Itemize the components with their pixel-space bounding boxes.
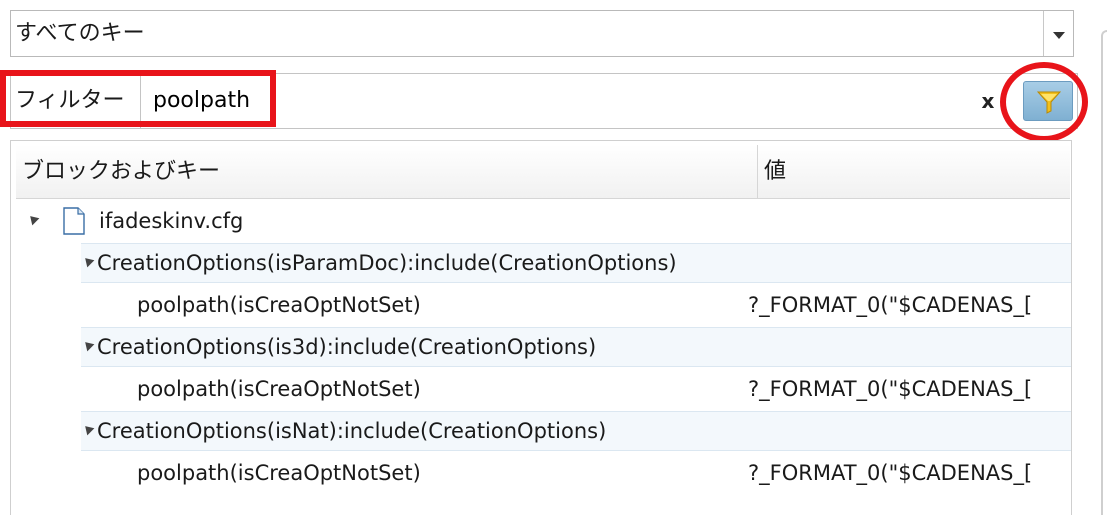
key-value: ?_FORMAT_0("$CADENAS_[	[748, 377, 1033, 401]
tree-group-row[interactable]: CreationOptions(is3d):include(CreationOp…	[11, 327, 1071, 367]
tree-file-row[interactable]: ifadeskinv.cfg	[11, 201, 1071, 241]
dropdown-button[interactable]	[1043, 11, 1073, 56]
column-header-keys[interactable]: ブロックおよびキー	[16, 145, 758, 198]
table-header: ブロックおよびキー 値	[16, 145, 1070, 199]
tree-group-row[interactable]: CreationOptions(isParamDoc):include(Crea…	[11, 243, 1071, 283]
file-icon	[63, 207, 85, 235]
filter-label: フィルター	[13, 74, 141, 128]
key-name: poolpath(isCreaOptNotSet)	[137, 461, 421, 485]
key-select-value: すべてのキー	[15, 21, 145, 46]
file-name: ifadeskinv.cfg	[99, 209, 244, 233]
key-value: ?_FORMAT_0("$CADENAS_[	[748, 461, 1033, 485]
expand-triangle-icon[interactable]	[26, 212, 40, 226]
apply-filter-button[interactable]	[1023, 81, 1073, 121]
group-label: CreationOptions(isNat):include(CreationO…	[97, 419, 607, 443]
group-label: CreationOptions(isParamDoc):include(Crea…	[97, 251, 677, 275]
key-name: poolpath(isCreaOptNotSet)	[137, 293, 421, 317]
table-row[interactable]: poolpath(isCreaOptNotSet) ?_FORMAT_0("$C…	[11, 285, 1071, 325]
table-row[interactable]: poolpath(isCreaOptNotSet) ?_FORMAT_0("$C…	[11, 453, 1071, 493]
key-value: ?_FORMAT_0("$CADENAS_[	[748, 293, 1033, 317]
table-row[interactable]: poolpath(isCreaOptNotSet) ?_FORMAT_0("$C…	[11, 369, 1071, 409]
group-label: CreationOptions(is3d):include(CreationOp…	[97, 335, 597, 359]
chevron-down-icon	[1053, 32, 1065, 39]
key-select-dropdown[interactable]: すべてのキー	[10, 10, 1074, 57]
filter-input[interactable]	[153, 74, 973, 128]
filter-funnel-icon	[1037, 91, 1061, 114]
clear-filter-button[interactable]: x	[977, 88, 999, 114]
column-header-value[interactable]: 値	[764, 145, 786, 198]
tree-group-row[interactable]: CreationOptions(isNat):include(CreationO…	[11, 411, 1071, 451]
adjacent-panel-edge	[1101, 30, 1107, 515]
filter-bar: フィルター x	[10, 73, 1078, 129]
key-name: poolpath(isCreaOptNotSet)	[137, 377, 421, 401]
key-tree-table: ブロックおよびキー 値 ifadeskinv.cfg CreationOptio…	[10, 140, 1072, 515]
